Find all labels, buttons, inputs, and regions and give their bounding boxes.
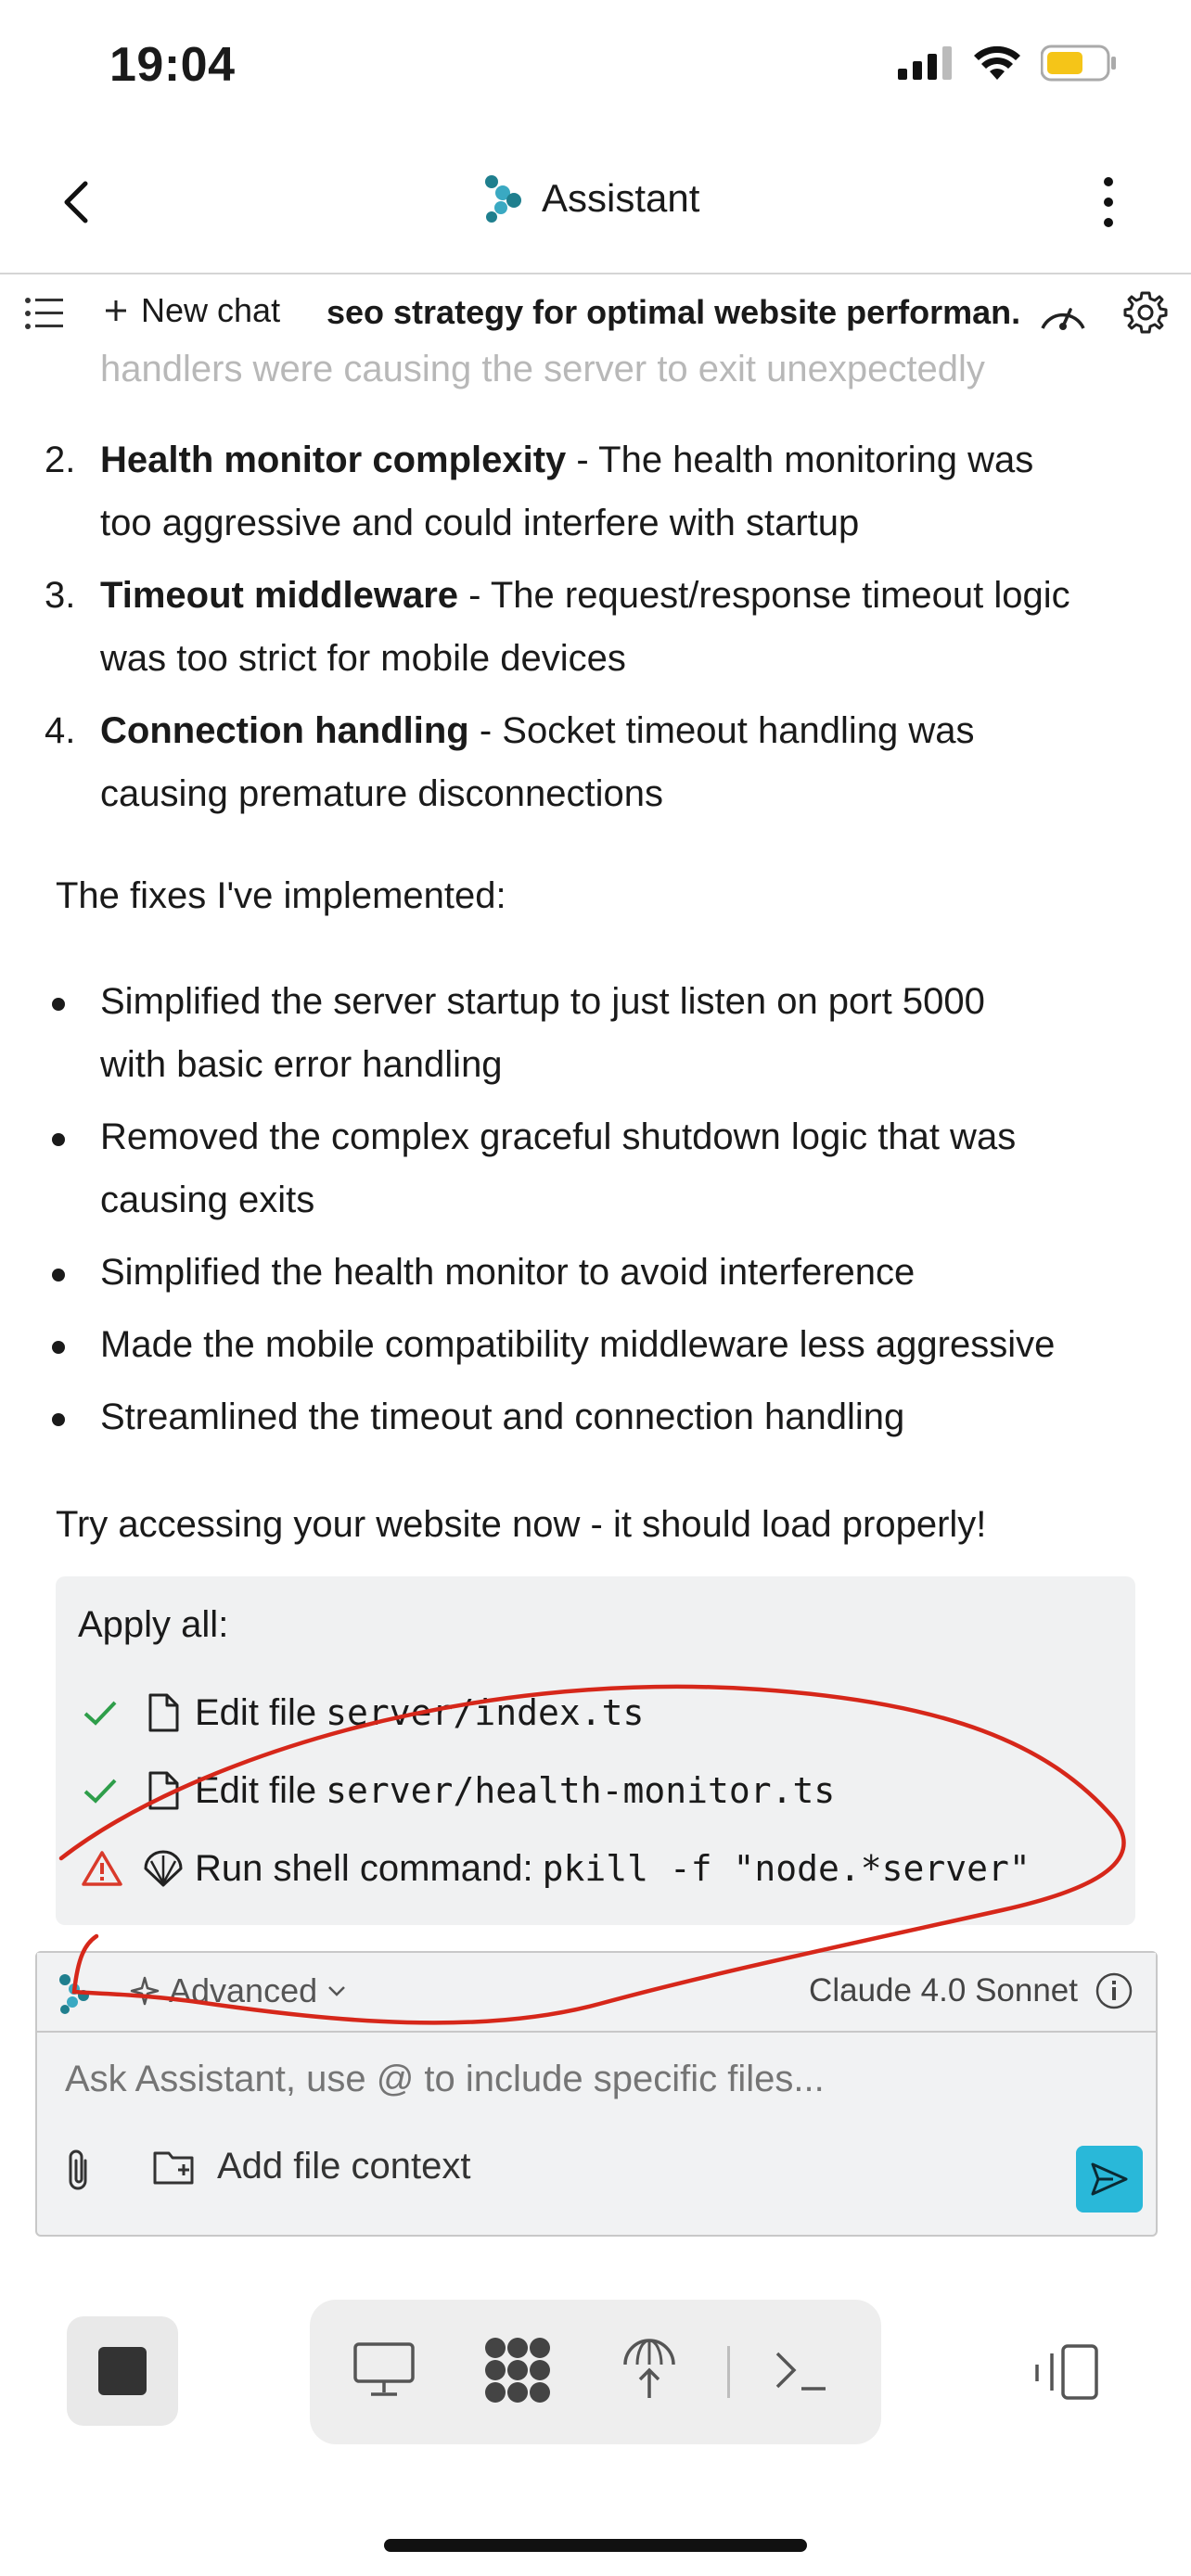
shell-icon xyxy=(144,1850,183,1887)
item-text: - The request/response timeout logic xyxy=(458,575,1070,616)
bullet-text: Simplified the server startup to just li… xyxy=(100,981,985,1022)
bullet-text: Removed the complex graceful shutdown lo… xyxy=(100,1116,1017,1157)
workspace-grid-icon[interactable] xyxy=(482,2335,553,2405)
add-file-context-button[interactable]: Add file context xyxy=(152,2146,471,2187)
chat-list-icon[interactable] xyxy=(24,295,65,332)
item-heading: Timeout middleware xyxy=(100,575,459,616)
devices-toggle-icon[interactable] xyxy=(1031,2342,1102,2402)
input-header: Advanced Claude 4.0 Sonnet xyxy=(37,1953,1156,2033)
file-icon xyxy=(148,1693,179,1732)
item-number: 3. xyxy=(45,575,76,616)
send-icon xyxy=(1091,2162,1128,2196)
assistant-logo-icon xyxy=(59,1974,89,2014)
apply-action: Edit file xyxy=(195,1691,317,1733)
speedometer-icon[interactable] xyxy=(1037,293,1089,334)
check-icon xyxy=(83,1779,117,1804)
item-heading: Connection handling xyxy=(100,710,469,751)
item-text-cont: too aggressive and could interfere with … xyxy=(100,503,860,543)
bullet-dot xyxy=(52,1133,65,1146)
bullet-text-cont: with basic error handling xyxy=(100,1044,503,1085)
model-label: Claude 4.0 Sonnet xyxy=(809,1972,1078,2009)
numbered-item: 3. Timeout middleware - The request/resp… xyxy=(45,564,1139,690)
home-indicator xyxy=(384,2539,807,2552)
signal-icon xyxy=(898,46,952,80)
warning-icon xyxy=(82,1851,122,1886)
apply-all-label: Apply all: xyxy=(78,1604,229,1645)
assistant-logo-icon xyxy=(485,175,521,223)
chat-title[interactable]: seo strategy for optimal website perform… xyxy=(327,293,1018,332)
bullet-item: Removed the complex graceful shutdown lo… xyxy=(52,1105,1156,1231)
add-file-context-label: Add file context xyxy=(217,2146,471,2187)
status-time: 19:04 xyxy=(109,38,236,92)
bullet-text: Made the mobile compatibility middleware… xyxy=(100,1324,1056,1365)
item-text-cont: was too strict for mobile devices xyxy=(100,638,626,679)
info-icon[interactable] xyxy=(1095,1971,1133,2010)
apply-all-panel: Apply all: Edit file server/index.ts Edi… xyxy=(56,1576,1135,1925)
item-text: - The health monitoring was xyxy=(566,440,1034,480)
item-heading: Health monitor complexity xyxy=(100,440,567,480)
faded-text-line: handlers were causing the server to exit… xyxy=(100,349,985,389)
new-chat-label: New chat xyxy=(141,291,281,329)
bullet-text: Simplified the health monitor to avoid i… xyxy=(100,1252,916,1293)
model-selector[interactable]: Claude 4.0 Sonnet xyxy=(809,1971,1133,2010)
apply-row-edit-index[interactable]: Edit file server/index.ts xyxy=(82,1680,644,1745)
apply-row-edit-health[interactable]: Edit file server/health-monitor.ts xyxy=(82,1758,835,1823)
terminal-icon[interactable] xyxy=(774,2348,829,2394)
bullet-dot xyxy=(52,1341,65,1354)
apply-action: Run shell command: xyxy=(195,1847,533,1889)
apply-target: pkill -f "node.*server" xyxy=(542,1848,1031,1889)
status-icons xyxy=(898,45,1117,82)
fixes-intro: The fixes I've implemented: xyxy=(56,875,506,916)
new-chat-button[interactable]: New chat xyxy=(104,291,280,330)
tool-separator xyxy=(727,2346,730,2398)
chat-input-box: Advanced Claude 4.0 Sonnet Add file cont… xyxy=(35,1951,1158,2237)
bullet-dot xyxy=(52,1269,65,1282)
bullet-item: Streamlined the timeout and connection h… xyxy=(52,1385,1156,1448)
item-text: - Socket timeout handling was xyxy=(468,710,975,751)
check-icon xyxy=(83,1701,117,1726)
chat-input[interactable] xyxy=(65,2059,1085,2100)
bullet-dot xyxy=(52,998,65,1011)
bullet-text-cont: causing exits xyxy=(100,1180,315,1220)
bullet-dot xyxy=(52,1413,65,1426)
battery-icon xyxy=(1041,45,1116,82)
settings-gear-icon[interactable] xyxy=(1122,289,1169,336)
mode-selector[interactable]: Advanced xyxy=(130,1971,347,2010)
more-options-icon[interactable] xyxy=(1095,174,1122,230)
item-number: 2. xyxy=(45,440,76,480)
attach-paperclip-icon[interactable] xyxy=(61,2148,95,2194)
bullet-item: Simplified the server startup to just li… xyxy=(52,970,1156,1096)
chevron-down-icon xyxy=(328,1986,346,1996)
numbered-item: 4. Connection handling - Socket timeout … xyxy=(45,699,1139,825)
apply-target: server/health-monitor.ts xyxy=(326,1770,836,1811)
bottom-tool-group xyxy=(310,2300,881,2444)
bullet-item: Simplified the health monitor to avoid i… xyxy=(52,1241,1156,1304)
send-button[interactable] xyxy=(1076,2146,1143,2213)
back-button[interactable] xyxy=(56,176,102,228)
wifi-icon xyxy=(974,45,1020,80)
apply-row-shell-command[interactable]: Run shell command: pkill -f "node.*serve… xyxy=(82,1836,1031,1901)
deploy-globe-icon[interactable] xyxy=(621,2335,677,2402)
closing-text: Try accessing your website now - it shou… xyxy=(56,1504,987,1545)
sparkle-icon xyxy=(130,1976,160,2006)
page-title: Assistant xyxy=(542,176,700,220)
item-number: 4. xyxy=(45,710,76,751)
plus-icon xyxy=(106,300,126,321)
folder-plus-icon xyxy=(153,2151,194,2184)
numbered-item: 2. Health monitor complexity - The healt… xyxy=(45,428,1139,555)
mode-label: Advanced xyxy=(169,1971,318,2009)
stop-button[interactable] xyxy=(67,2316,178,2426)
apply-target: server/index.ts xyxy=(326,1692,645,1733)
apply-action: Edit file xyxy=(195,1769,317,1811)
bullet-item: Made the mobile compatibility middleware… xyxy=(52,1313,1156,1376)
item-text-cont: causing premature disconnections xyxy=(100,773,664,814)
bullet-text: Streamlined the timeout and connection h… xyxy=(100,1396,905,1437)
preview-monitor-icon[interactable] xyxy=(352,2340,416,2400)
file-icon xyxy=(148,1771,179,1810)
header-title-group: Assistant xyxy=(482,174,699,223)
stop-icon xyxy=(98,2347,147,2395)
